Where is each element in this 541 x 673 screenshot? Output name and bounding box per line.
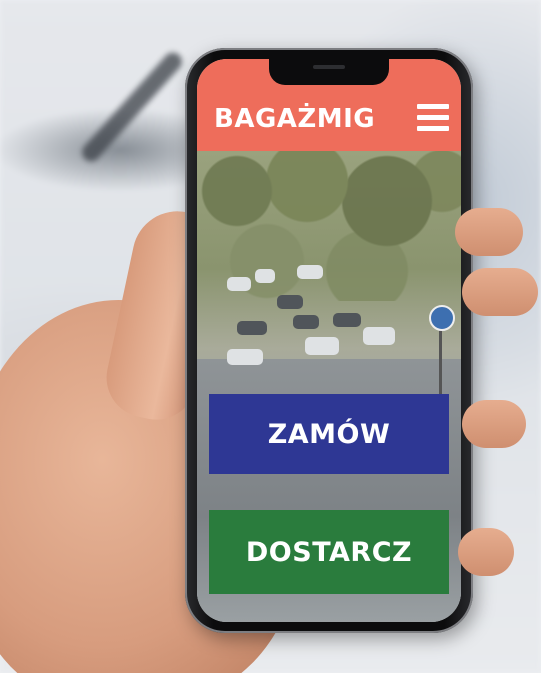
street-car (227, 277, 251, 291)
hand-finger (458, 528, 514, 576)
street-car (305, 337, 339, 355)
road-sign (429, 305, 455, 331)
deliver-button[interactable]: DOSTARCZ (209, 510, 449, 594)
app-logo-text: BAGAŻMIG (214, 104, 376, 134)
street-car (227, 349, 263, 365)
street-car (363, 327, 395, 345)
phone-screen: BAGAŻMIG ZAMÓW DOSTARCZ (197, 59, 461, 622)
street-car (297, 265, 323, 279)
street-car (293, 315, 319, 329)
street-car (277, 295, 303, 309)
menu-bar (417, 126, 449, 131)
photo-scene: BAGAŻMIG ZAMÓW DOSTARCZ (0, 0, 541, 673)
menu-bar (417, 115, 449, 120)
street-car (333, 313, 361, 327)
hamburger-menu-icon[interactable] (417, 104, 449, 132)
smartphone: BAGAŻMIG ZAMÓW DOSTARCZ (185, 48, 473, 633)
sign-pole (439, 327, 442, 397)
phone-speaker (313, 65, 345, 69)
hand-finger (462, 400, 526, 448)
phone-notch (269, 59, 389, 85)
menu-bar (417, 104, 449, 109)
street-car (237, 321, 267, 335)
order-button[interactable]: ZAMÓW (209, 394, 449, 474)
hand-finger (462, 268, 538, 316)
street-car (255, 269, 275, 283)
hand-finger (455, 208, 523, 256)
